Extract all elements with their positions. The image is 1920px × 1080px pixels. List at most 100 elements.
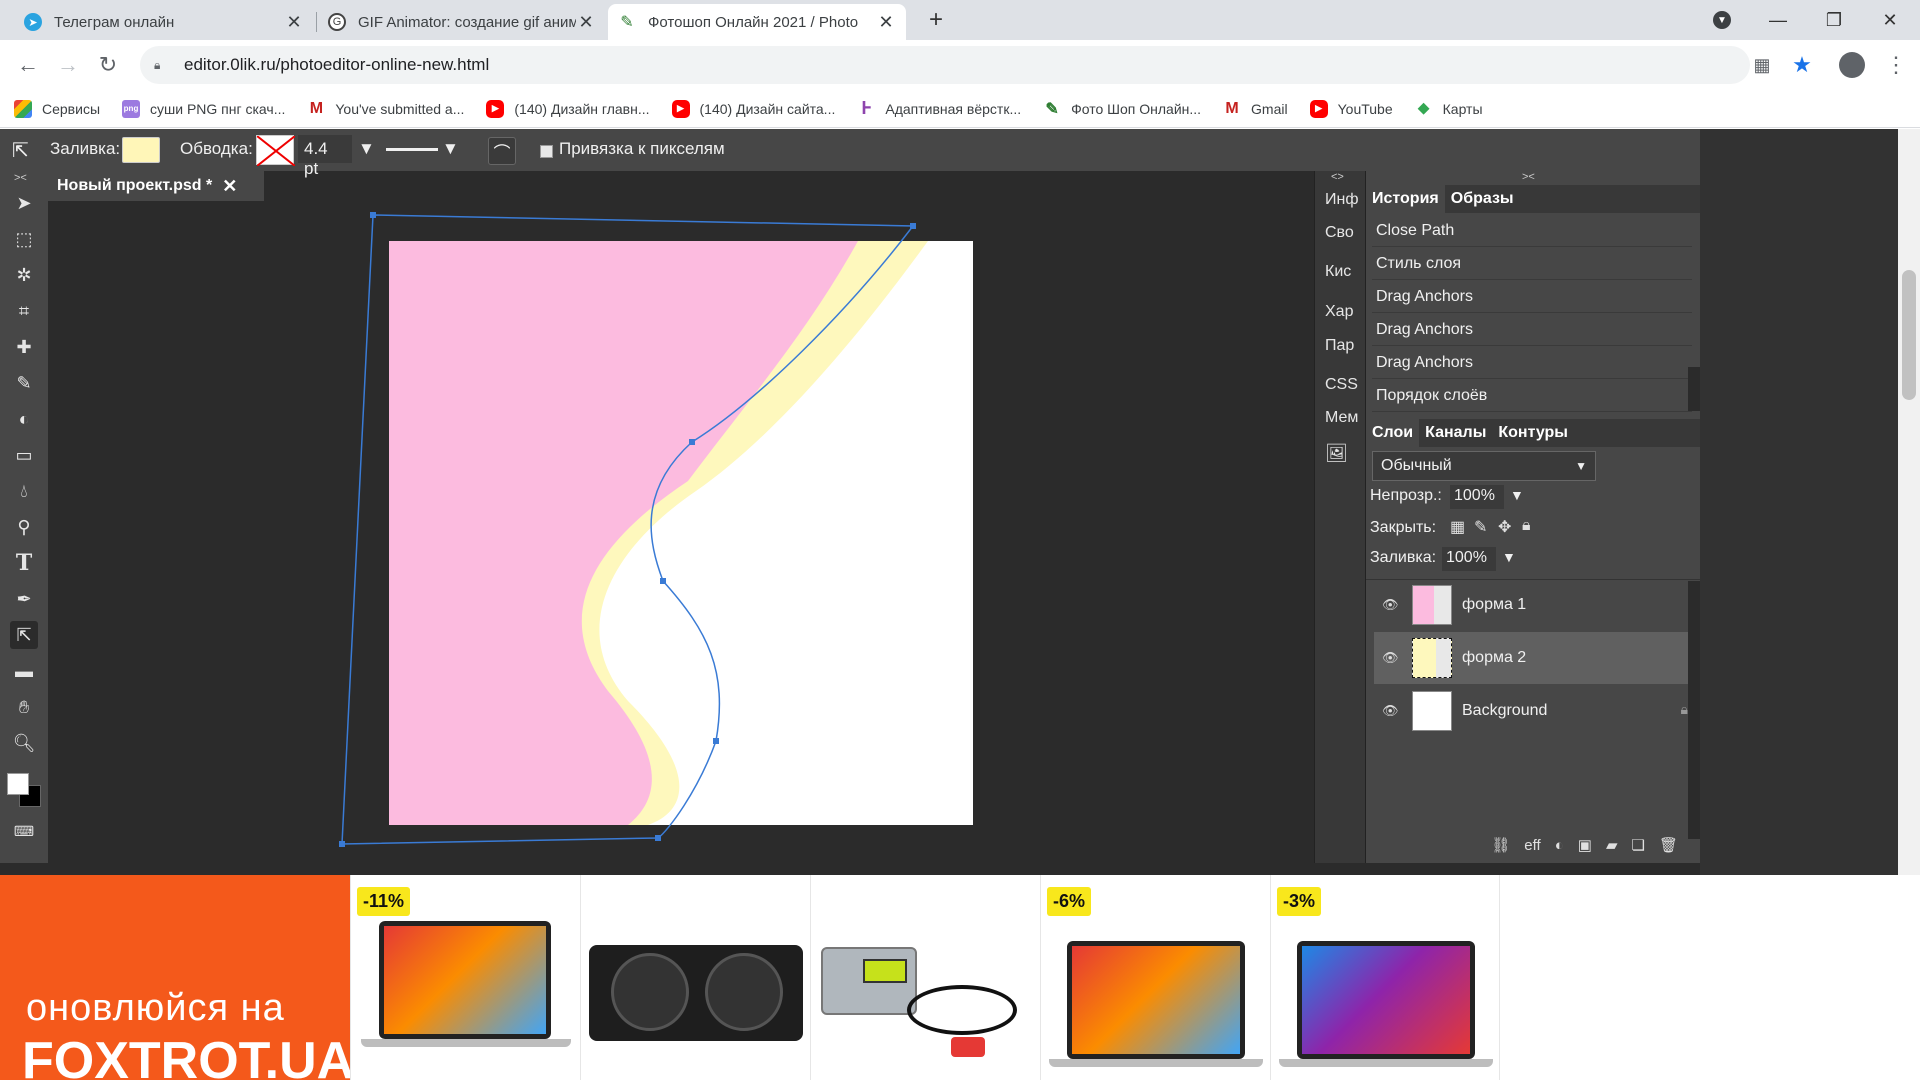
address-bar[interactable]: 🔒︎ editor.0lik.ru/photoeditor-online-new…	[140, 46, 1750, 84]
bookmark-adaptive[interactable]: Ⱶ Адаптивная вёрстк...	[857, 98, 1021, 118]
panel-paragraph[interactable]: Пар	[1325, 337, 1354, 355]
history-scrollbar[interactable]	[1688, 367, 1700, 411]
panel-info[interactable]: Инф	[1325, 191, 1359, 209]
bookmark-sushi-png[interactable]: png суши PNG пнг скач...	[122, 99, 285, 118]
tab-search-icon[interactable]: ▼	[1694, 0, 1750, 40]
bookmark-design-main[interactable]: ▶ (140) Дизайн главн...	[486, 99, 650, 118]
lock-position-icon[interactable]: ✥	[1498, 517, 1511, 537]
gradient-tool-icon[interactable]: ▭	[10, 441, 38, 469]
hand-tool-icon[interactable]: ✋︎	[10, 693, 38, 721]
panel-brushes[interactable]: Кис	[1325, 263, 1351, 281]
opacity-dropdown-icon[interactable]: ▼	[1510, 487, 1524, 503]
new-tab-button[interactable]: +	[908, 0, 964, 40]
close-window-icon[interactable]: ✕	[1862, 0, 1918, 40]
stroke-width-input[interactable]: 4.4 pt	[298, 135, 352, 178]
foreground-color-swatch[interactable]	[7, 773, 29, 795]
maximize-icon[interactable]: ❐	[1806, 0, 1862, 40]
anchor-point[interactable]	[370, 212, 376, 218]
ad-product-laptop-3[interactable]: -3%	[1270, 875, 1500, 1080]
bookmark-submitted[interactable]: M You've submitted a...	[307, 100, 465, 118]
keyboard-icon[interactable]: ⌨	[10, 817, 38, 845]
layer-row-selected[interactable]: 👁︎ форма 2	[1374, 632, 1692, 684]
close-icon[interactable]: ✕	[284, 12, 304, 33]
panel-css[interactable]: CSS	[1325, 376, 1358, 394]
ad-product-gpu[interactable]	[580, 875, 810, 1080]
snap-to-pixels-checkbox[interactable]	[540, 145, 553, 158]
anchor-point[interactable]	[689, 439, 695, 445]
pen-tool-icon[interactable]: ✒	[10, 585, 38, 613]
history-item[interactable]: Drag Anchors	[1372, 281, 1692, 313]
back-icon[interactable]: ←	[12, 50, 44, 80]
delete-layer-icon[interactable]: 🗑︎	[1659, 836, 1678, 854]
history-item[interactable]: Порядок слоёв	[1372, 380, 1692, 412]
layers-scrollbar[interactable]	[1688, 581, 1700, 839]
anchor-point[interactable]	[713, 738, 719, 744]
expand-arrows-icon[interactable]: <>	[1331, 171, 1344, 183]
path-select-icon[interactable]: ⇱	[12, 138, 29, 163]
collapse-arrows-icon[interactable]: ><	[14, 172, 27, 184]
eye-icon[interactable]: 👁︎	[1382, 703, 1402, 719]
layer-effects-button[interactable]: eff	[1524, 837, 1540, 854]
page-scrollbar[interactable]	[1898, 129, 1920, 875]
stroke-style-dropdown-icon[interactable]: ▼	[442, 139, 459, 159]
bookmark-photoshop-online[interactable]: ✎ Фото Шоп Онлайн...	[1043, 100, 1201, 118]
reload-icon[interactable]: ↻	[92, 50, 124, 80]
move-tool-icon[interactable]: ➤	[10, 189, 38, 217]
marquee-tool-icon[interactable]: ⬚	[10, 225, 38, 253]
image-icon[interactable]: 🖼︎	[1325, 443, 1348, 464]
dodge-tool-icon[interactable]: ⚲	[10, 513, 38, 541]
blend-mode-select[interactable]: Обычный ▼	[1372, 451, 1596, 481]
rectangle-tool-icon[interactable]: ▬	[10, 657, 38, 685]
close-icon[interactable]: ✕	[876, 12, 896, 33]
profile-avatar-icon[interactable]	[1836, 50, 1868, 80]
tab-channels[interactable]: Каналы	[1419, 419, 1492, 447]
stroke-width-dropdown-icon[interactable]: ▼	[358, 139, 375, 159]
fill-input[interactable]: 100%	[1442, 547, 1496, 571]
anchor-point[interactable]	[660, 578, 666, 584]
tab-snapshots[interactable]: Образы	[1445, 185, 1520, 213]
tab-telegram[interactable]: ➤ Телеграм онлайн ✕	[14, 4, 314, 40]
tab-layers[interactable]: Слои	[1366, 419, 1420, 447]
minimize-icon[interactable]: —	[1750, 0, 1806, 40]
eye-icon[interactable]: 👁︎	[1382, 650, 1402, 666]
layer-row[interactable]: 👁︎ форма 1	[1374, 579, 1692, 631]
scrollbar-thumb[interactable]	[1902, 270, 1916, 400]
opacity-input[interactable]: 100%	[1450, 485, 1504, 509]
history-item[interactable]: Стиль слоя	[1372, 248, 1692, 280]
close-icon[interactable]: ✕	[576, 12, 596, 33]
eraser-tool-icon[interactable]: ◐	[10, 405, 38, 433]
history-item[interactable]: Drag Anchors	[1372, 347, 1692, 379]
bookmark-design-site[interactable]: ▶ (140) Дизайн сайта...	[671, 99, 835, 118]
panel-memory[interactable]: Мем	[1325, 409, 1358, 427]
bookmark-star-icon[interactable]: ★	[1786, 50, 1818, 80]
type-tool-icon[interactable]: T	[10, 549, 38, 577]
stroke-style-line[interactable]	[386, 148, 438, 151]
anchor-point[interactable]	[339, 841, 345, 847]
close-document-icon[interactable]: ✕	[222, 176, 237, 197]
history-item[interactable]: Drag Anchors	[1372, 314, 1692, 346]
canvas-workspace[interactable]	[48, 201, 1314, 863]
eye-icon[interactable]: 👁︎	[1382, 597, 1402, 613]
ad-brand-panel[interactable]: оновлюйся на FOXTROT.UA	[0, 875, 354, 1080]
anchor-point[interactable]	[655, 835, 661, 841]
panel-characters[interactable]: Хар	[1325, 303, 1353, 321]
zoom-tool-icon[interactable]: 🔍︎	[10, 729, 38, 757]
lock-transparency-icon[interactable]: ▦	[1450, 517, 1465, 537]
tab-gif-animator[interactable]: G GIF Animator: создание gif аним ✕	[318, 4, 606, 40]
canvas-svg[interactable]	[48, 201, 1314, 863]
fill-dropdown-icon[interactable]: ▼	[1502, 549, 1516, 565]
stroke-swatch[interactable]	[256, 135, 295, 166]
document-tab[interactable]: Новый проект.psd * ✕	[48, 171, 264, 201]
tab-paths[interactable]: Контуры	[1492, 419, 1574, 447]
bookmark-youtube[interactable]: ▶ YouTube	[1309, 99, 1393, 118]
menu-icon[interactable]: ⋮	[1880, 50, 1912, 80]
layer-row[interactable]: 👁︎ Background 🔒︎	[1374, 685, 1692, 737]
collapse-arrows-icon[interactable]: ><	[1522, 171, 1535, 183]
new-layer-icon[interactable]: ❏	[1632, 836, 1645, 854]
link-layers-icon[interactable]: ⛓︎	[1491, 836, 1510, 854]
adjustment-layer-icon[interactable]: ◐	[1555, 837, 1564, 854]
healing-brush-icon[interactable]: ✚	[10, 333, 38, 361]
path-selection-tool-icon[interactable]: ⇱	[10, 621, 38, 649]
magic-wand-icon[interactable]: ✲	[10, 261, 38, 289]
tab-history[interactable]: История	[1366, 185, 1445, 213]
